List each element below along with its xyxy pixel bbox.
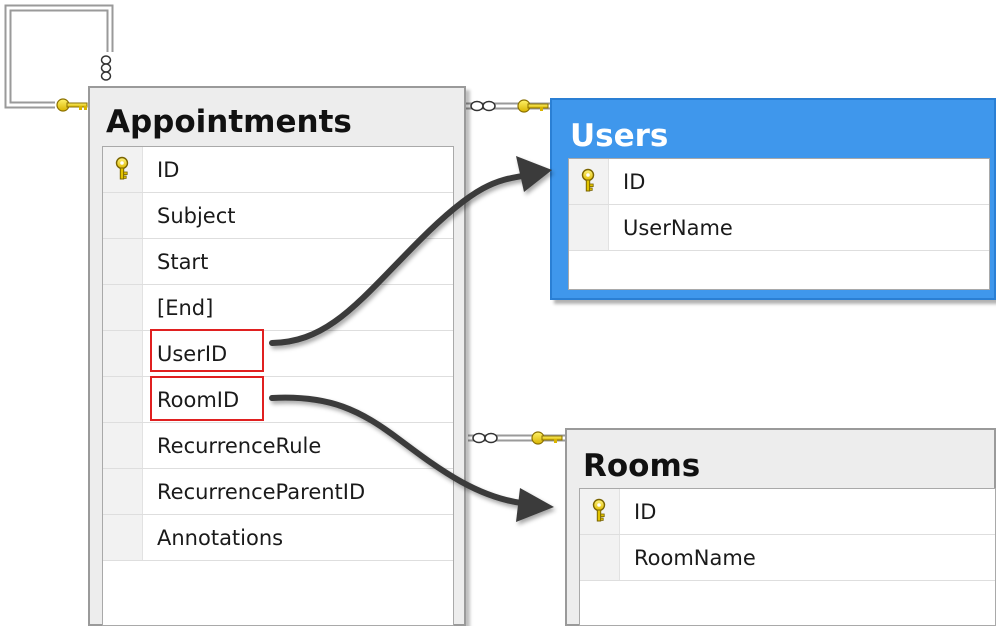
diagram-canvas: Appointments ID Subject Start [End] User… <box>0 0 996 626</box>
userid-to-users-arrow <box>269 156 552 346</box>
annotation-arrows <box>269 156 554 522</box>
roomid-to-rooms-arrow <box>269 394 554 522</box>
